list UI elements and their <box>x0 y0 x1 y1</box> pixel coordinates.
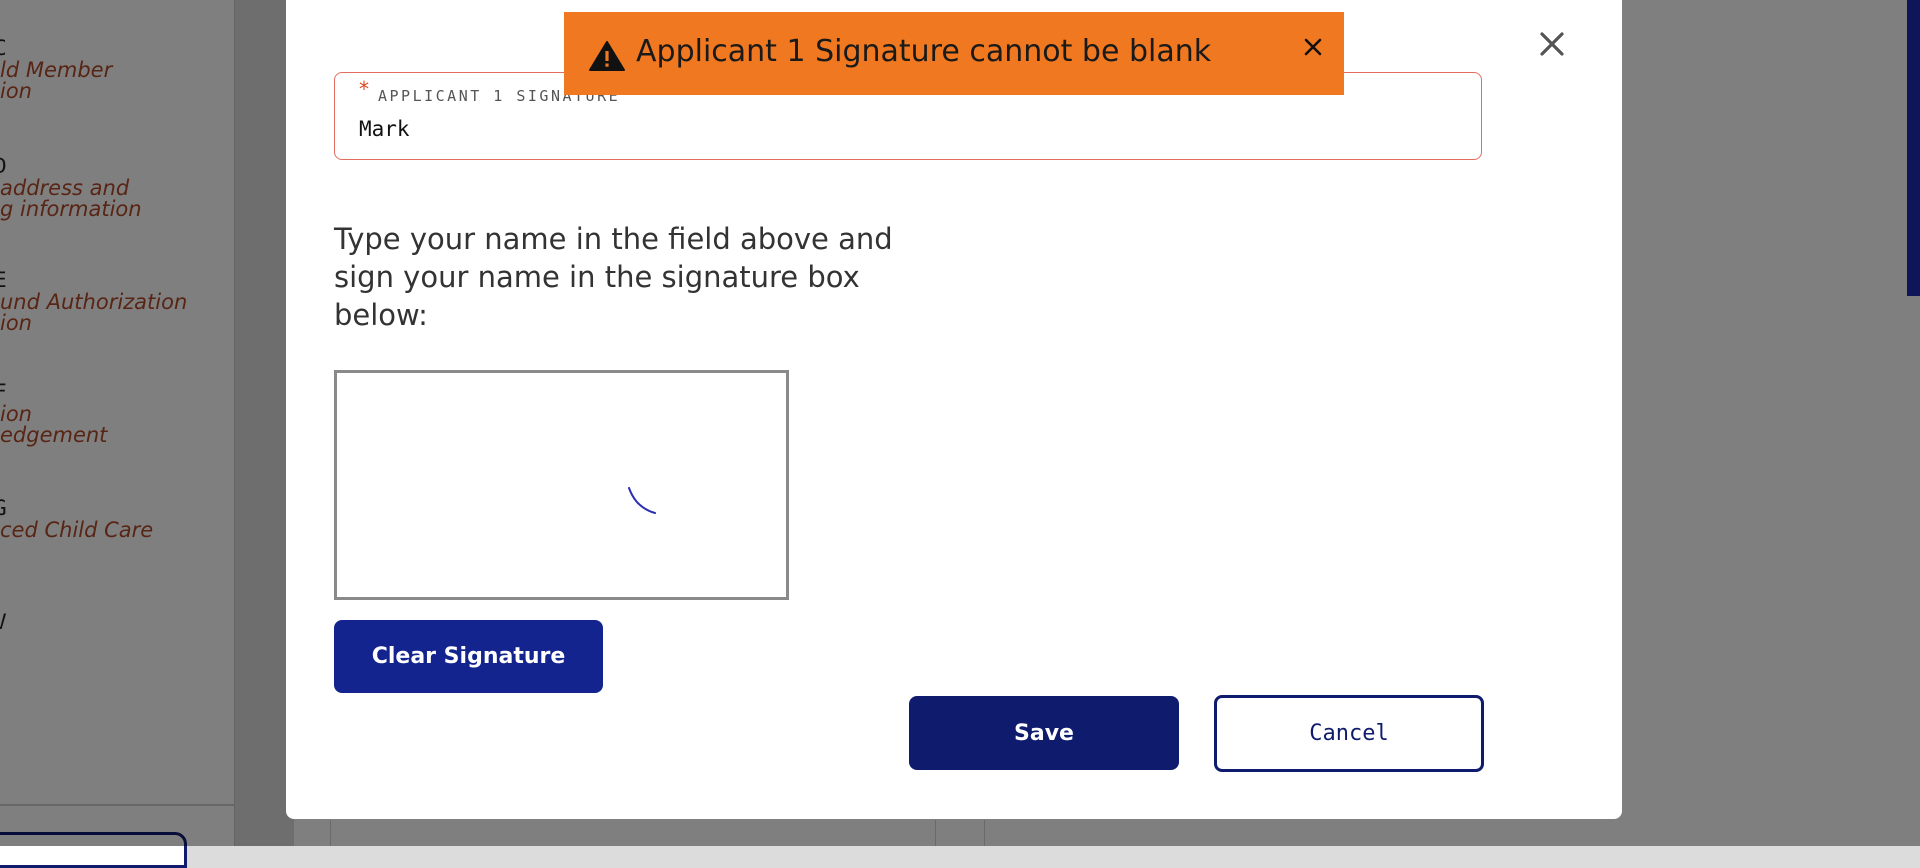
close-icon <box>1304 38 1322 56</box>
warning-icon <box>589 41 625 71</box>
error-toast: Applicant 1 Signature cannot be blank <box>564 12 1344 95</box>
clear-signature-button[interactable]: Clear Signature <box>334 620 603 693</box>
modal-close-button[interactable] <box>1532 24 1572 64</box>
signature-instructions: Type your name in the field above and si… <box>334 222 893 332</box>
save-button[interactable]: Save <box>909 696 1179 770</box>
cancel-button[interactable]: Cancel <box>1214 695 1484 772</box>
toast-close-button[interactable] <box>1298 32 1328 62</box>
signature-pad[interactable] <box>334 370 789 600</box>
required-marker: * <box>359 77 369 101</box>
close-icon <box>1540 32 1564 56</box>
signature-name-input[interactable] <box>359 117 1439 141</box>
signature-modal: * APPLICANT 1 SIGNATURE Type your name i… <box>286 0 1622 819</box>
toast-message: Applicant 1 Signature cannot be blank <box>636 34 1212 69</box>
signature-stroke <box>628 487 656 514</box>
